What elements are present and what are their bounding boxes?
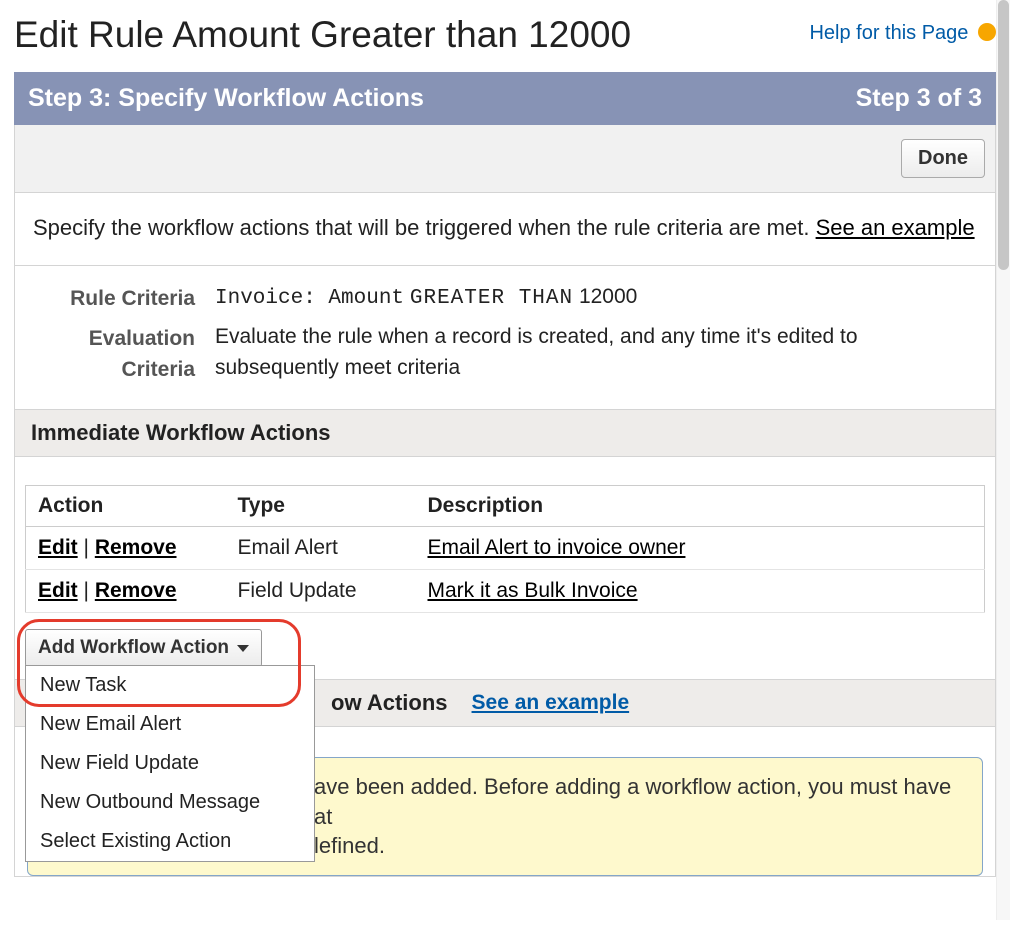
help-icon [978,23,996,41]
row-type: Field Update [226,570,416,613]
menu-item-new-email-alert[interactable]: New Email Alert [26,705,314,744]
row-description-link[interactable]: Email Alert to invoice owner [428,536,686,559]
menu-item-select-existing-action[interactable]: Select Existing Action [26,822,314,861]
warning-line1: ave been added. Before adding a workflow… [314,774,951,829]
instruction-text: Specify the workflow actions that will b… [15,193,995,266]
menu-item-new-outbound-message[interactable]: New Outbound Message [26,783,314,822]
menu-item-new-field-update[interactable]: New Field Update [26,744,314,783]
add-workflow-action-menu: New Task New Email Alert New Field Updat… [25,665,315,862]
col-type-header: Type [226,486,416,527]
col-action-header: Action [26,486,226,527]
table-row: Edit | Remove Field Update Mark it as Bu… [26,570,985,613]
step-bar: Step 3: Specify Workflow Actions Step 3 … [14,72,996,125]
add-workflow-action-label: Add Workflow Action [38,637,229,659]
rule-criteria-operator: GREATER THAN [410,287,573,310]
see-example-link[interactable]: See an example [816,215,975,240]
edit-link[interactable]: Edit [38,536,78,559]
vertical-scrollbar[interactable] [996,0,1010,920]
table-row: Edit | Remove Email Alert Email Alert to… [26,527,985,570]
help-link-label: Help for this Page [809,22,968,44]
rule-criteria-field: Invoice: Amount [215,287,404,310]
row-type: Email Alert [226,527,416,570]
rule-criteria-number: 12000 [579,285,637,308]
remove-link[interactable]: Remove [95,536,177,559]
remove-link[interactable]: Remove [95,579,177,602]
scrollbar-thumb[interactable] [998,0,1009,270]
edit-link[interactable]: Edit [38,579,78,602]
step-bar-progress: Step 3 of 3 [856,84,982,113]
see-example-link-blue[interactable]: See an example [472,691,630,715]
evaluation-criteria-label: Evaluation Criteria [35,322,215,385]
menu-item-new-task[interactable]: New Task [26,666,314,705]
step-bar-title: Step 3: Specify Workflow Actions [28,84,856,113]
separator: | [84,579,95,602]
immediate-actions-table: Action Type Description Edit | Remove Em… [25,485,985,613]
add-workflow-action-button[interactable]: Add Workflow Action [25,629,262,667]
col-description-header: Description [416,486,985,527]
row-description-link[interactable]: Mark it as Bulk Invoice [428,579,638,602]
rule-criteria-value: Invoice: Amount GREATER THAN 12000 [215,282,975,314]
instruction-body: Specify the workflow actions that will b… [33,215,816,240]
separator: | [84,536,95,559]
immediate-actions-heading: Immediate Workflow Actions [15,409,995,457]
evaluation-criteria-value: Evaluate the rule when a record is creat… [215,322,975,385]
warning-line2: lefined. [314,833,385,858]
chevron-down-icon [237,645,249,652]
done-button[interactable]: Done [901,139,985,178]
rule-criteria-label: Rule Criteria [35,282,215,314]
page-title: Edit Rule Amount Greater than 12000 [14,14,809,56]
toolbar: Done [15,125,995,193]
help-for-this-page-link[interactable]: Help for this Page [809,22,996,45]
